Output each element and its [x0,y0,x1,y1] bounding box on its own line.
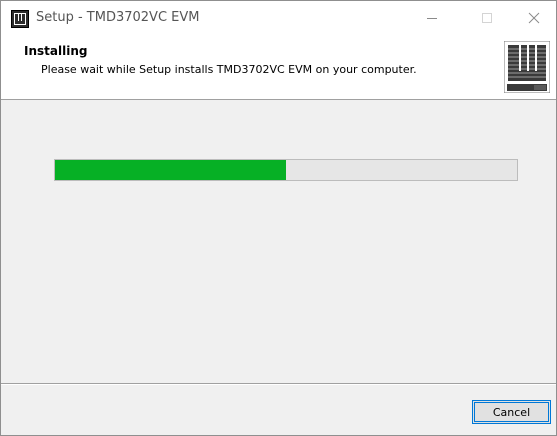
minimize-icon [427,18,437,19]
footer-divider-highlight [1,384,556,385]
window-title: Setup - TMD3702VC EVM [36,10,200,25]
close-icon [528,12,540,24]
cancel-button-label: Cancel [492,405,531,419]
cancel-button[interactable]: Cancel [472,400,551,424]
title-bar[interactable]: Setup - TMD3702VC EVM [1,1,556,36]
close-button[interactable] [511,1,557,35]
page-title: Installing [24,44,88,58]
app-logo-icon [11,10,29,28]
maximize-icon [482,13,492,23]
main-panel [1,100,556,383]
install-progress-bar [54,159,518,181]
wizard-header: Installing Please wait while Setup insta… [1,36,556,100]
page-subtitle: Please wait while Setup installs TMD3702… [41,63,417,76]
progress-fill [55,160,286,180]
minimize-button[interactable] [409,1,455,35]
maximize-button[interactable] [464,1,510,35]
setup-window: Setup - TMD3702VC EVM Installing Please … [0,0,557,436]
ams-logo-icon [503,40,551,94]
